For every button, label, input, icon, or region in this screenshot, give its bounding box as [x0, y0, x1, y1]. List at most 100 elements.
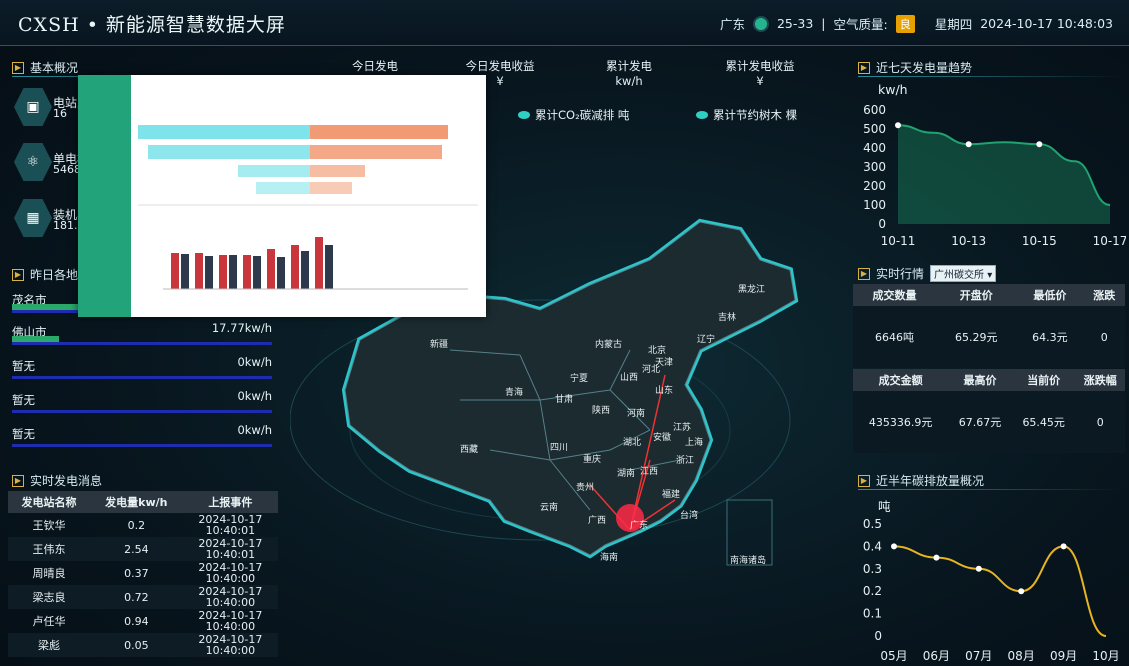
- overlay-charts: [138, 125, 478, 290]
- x-tick-label: 05月: [880, 649, 907, 663]
- column-header: 发电站名称: [8, 491, 90, 513]
- table-row: 王伟东 2.54 2024-10-17 10:40:01: [8, 537, 278, 561]
- y-tick-label: 0.5: [863, 517, 882, 531]
- map-label: 陕西: [592, 406, 611, 416]
- kpi-station-value: 16: [53, 107, 67, 120]
- region-label: 广东: [719, 17, 745, 32]
- today-power-stat: 今日发电: [352, 59, 398, 73]
- y-tick-label: 300: [863, 160, 886, 174]
- exchange-select[interactable]: 广州碳交所 ▾: [930, 265, 997, 282]
- table-cell: 0.05: [89, 633, 183, 657]
- tree-stat: 累计节约树木 棵: [696, 107, 797, 123]
- weather-icon: [752, 15, 769, 32]
- overlay-screenshot[interactable]: [78, 75, 486, 317]
- y-tick-label: 600: [863, 103, 886, 117]
- map-label: 四川: [550, 443, 569, 453]
- tree-icon: [696, 111, 708, 119]
- table-cell: 周晴良: [32, 566, 66, 580]
- table-cell: 0.37: [124, 566, 149, 580]
- total-power-stat: 累计发电 kw/h: [606, 59, 652, 88]
- table-row: 王钦华 0.2 2024-10-17 10:40:01: [8, 513, 278, 537]
- data-point: [895, 122, 901, 129]
- table-cell: 王伟东: [8, 537, 90, 561]
- atom-icon: ⚛: [14, 143, 52, 181]
- data-point: [1036, 141, 1043, 148]
- map-label: 南海诸岛: [730, 556, 767, 566]
- table-cell: 2.54: [89, 537, 183, 561]
- overlay-sidebar: [78, 75, 131, 317]
- table-cell: 卢任华: [32, 614, 66, 628]
- market-table-2: 成交金额 最高价 当前价 涨跌幅 435336.9元 67.67元 65.45元 0: [853, 369, 1125, 453]
- map-label: 江西: [640, 467, 659, 477]
- map-label: 吉林: [718, 313, 737, 323]
- map-label: 广西: [588, 516, 607, 526]
- map-label: 福建: [662, 490, 681, 500]
- table-cell: 0.2: [127, 518, 146, 532]
- station-icon: ▣: [14, 88, 52, 126]
- x-tick-label: 09月: [1050, 649, 1077, 663]
- table-row: 卢任华 0.94 2024-10-17 10:40:00: [8, 609, 278, 633]
- x-tick-label: 08月: [1008, 649, 1035, 663]
- series-line: [893, 545, 1107, 637]
- column-header: 上报事件: [182, 491, 278, 513]
- map-label: 安徽: [653, 433, 672, 443]
- x-tick-label: 10月: [1092, 649, 1119, 663]
- divider: [858, 76, 1124, 77]
- y-tick-label: 0.2: [863, 584, 882, 598]
- overview-title: ▶ 基本概况: [12, 59, 78, 76]
- data-point: [1018, 588, 1025, 595]
- table-cell: 梁彪: [8, 633, 90, 657]
- data-point: [965, 141, 972, 148]
- list-item: 暂无 0kw/h: [12, 355, 272, 379]
- temperature: 25-33: [776, 16, 814, 31]
- map-label: 贵州: [576, 483, 595, 493]
- map-label: 山西: [620, 373, 639, 383]
- map-label: 湖南: [617, 469, 636, 479]
- section-marker-icon: ▶: [858, 267, 870, 280]
- x-tick-label: 10-13: [951, 234, 986, 248]
- table-cell: 2024-10-17 10:40:00: [182, 633, 278, 657]
- table-row: 梁彪 0.05 2024-10-17 10:40:00: [8, 633, 278, 657]
- divider: |: [821, 16, 826, 31]
- map-label: 宁夏: [570, 374, 589, 384]
- trend-title: ▶ 近七天发电量趋势: [858, 59, 972, 76]
- data-point: [891, 543, 897, 550]
- market-title: ▶ 实时行情 广州碳交所 ▾: [858, 265, 997, 282]
- table-row: 周晴良 0.37 2024-10-17 10:40:00: [8, 561, 278, 585]
- section-marker-icon: ▶: [858, 474, 870, 487]
- capacity-icon: ▦: [14, 199, 52, 237]
- map-label: 浙江: [676, 456, 695, 466]
- map-label: 黑龙江: [738, 285, 766, 295]
- map-label: 青海: [505, 388, 524, 398]
- section-marker-icon: ▶: [12, 268, 24, 281]
- weekday: 星期四: [934, 17, 973, 32]
- table-cell: 0.72: [89, 585, 183, 609]
- realtime-title: ▶ 实时发电消息: [12, 472, 102, 489]
- table-cell: 梁志良: [8, 585, 90, 609]
- section-marker-icon: ▶: [858, 61, 870, 74]
- map-label: 重庆: [583, 455, 602, 465]
- list-item: 佛山市 17.77kw/h: [12, 321, 272, 345]
- x-tick-label: 10-15: [1022, 234, 1057, 248]
- y-tick-label: 0.1: [863, 607, 882, 621]
- map-label: 辽宁: [697, 335, 716, 345]
- y-tick-label: 200: [863, 179, 886, 193]
- co2-stat: 累计CO₂碳减排 吨: [518, 107, 629, 123]
- emission-ylabel: 吨: [878, 499, 891, 514]
- map-label: 河北: [642, 365, 661, 375]
- map-label: 西藏: [460, 445, 479, 455]
- realtime-table: 发电站名称 发电量kw/h 上报事件 王钦华 0.2 2024-10-17 10:40…: [8, 491, 278, 657]
- trend-chart: 0 100 200 300 400 500 600 10-11 10-13 10-15 10-17: [863, 103, 1126, 248]
- x-tick-label: 10-11: [881, 234, 916, 248]
- table-cell: 0.94: [124, 614, 149, 628]
- y-tick-label: 500: [863, 122, 886, 136]
- data-point: [933, 554, 940, 561]
- map-label: 新疆: [430, 340, 449, 350]
- column-header: 发电量kw/h: [89, 491, 183, 513]
- table-row: 梁志良 0.72 2024-10-17 10:40:00: [8, 585, 278, 609]
- map-label: 台湾: [680, 511, 699, 521]
- table-cell: 2024-10-17 10:40:00: [182, 585, 278, 609]
- kpi-pile-value: 5468: [53, 163, 81, 176]
- section-marker-icon: ▶: [12, 61, 24, 74]
- x-tick-label: 06月: [923, 649, 950, 663]
